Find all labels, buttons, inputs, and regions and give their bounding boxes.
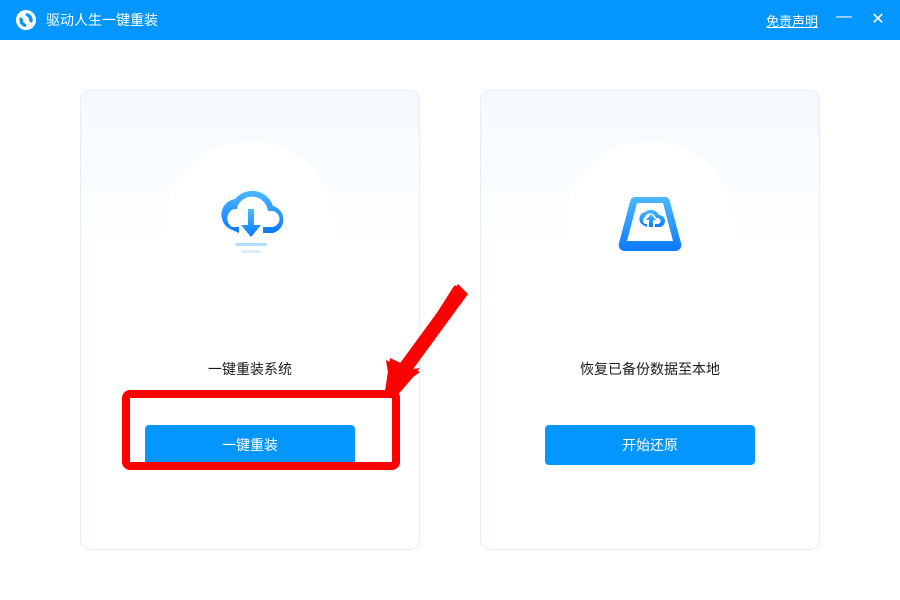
main-content: 一键重装系统 一键重装 恢复已备份数据至本地 开始还原 xyxy=(0,40,900,550)
titlebar-controls: 免责声明 — ✕ xyxy=(766,11,886,30)
reinstall-card-title: 一键重装系统 xyxy=(208,359,292,379)
app-title: 驱动人生一键重装 xyxy=(46,10,158,30)
restore-button[interactable]: 开始还原 xyxy=(545,425,755,465)
disclaimer-link[interactable]: 免责声明 xyxy=(766,11,818,30)
restore-card-title: 恢复已备份数据至本地 xyxy=(580,359,720,379)
cloud-download-icon xyxy=(205,181,295,271)
reinstall-card: 一键重装系统 一键重装 xyxy=(80,90,420,550)
restore-card: 恢复已备份数据至本地 开始还原 xyxy=(480,90,820,550)
close-button[interactable]: ✕ xyxy=(870,12,886,28)
minimize-button[interactable]: — xyxy=(836,9,852,25)
reinstall-icon-circle xyxy=(165,141,335,311)
titlebar: 驱动人生一键重装 免责声明 — ✕ xyxy=(0,0,900,40)
app-logo-icon xyxy=(16,10,36,30)
restore-icon-circle xyxy=(565,141,735,311)
reinstall-button[interactable]: 一键重装 xyxy=(145,425,355,465)
drive-upload-icon xyxy=(605,181,695,271)
